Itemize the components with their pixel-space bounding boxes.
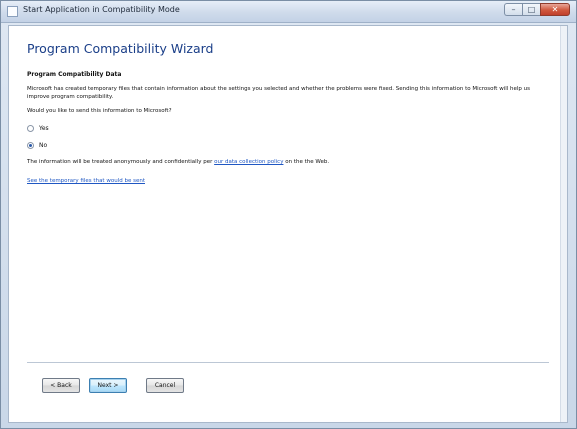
data-collection-policy-link[interactable]: our data collection policy (214, 159, 283, 165)
wizard-window: Start Application in Compatibility Mode … (0, 0, 577, 429)
window-app-icon (7, 6, 18, 17)
radio-no[interactable] (27, 142, 34, 149)
section-heading: Program Compatibility Data (27, 71, 122, 78)
next-button[interactable]: Next > (89, 378, 127, 393)
close-icon: ✕ (551, 5, 559, 14)
caption-buttons: – □ ✕ (504, 3, 570, 18)
radio-option-no[interactable]: No (27, 142, 47, 149)
radio-yes-label[interactable]: Yes (39, 125, 49, 132)
cancel-button-label: Cancel (154, 382, 176, 389)
privacy-info-prefix: The information will be treated anonymou… (27, 159, 215, 165)
window-title: Start Application in Compatibility Mode (23, 5, 180, 14)
back-button[interactable]: < Back (42, 378, 80, 393)
back-button-label: < Back (50, 382, 72, 389)
maximize-icon: □ (527, 5, 536, 14)
title-bar[interactable]: Start Application in Compatibility Mode … (1, 1, 576, 23)
close-button[interactable]: ✕ (540, 3, 570, 16)
scrollbar-edge (560, 26, 567, 422)
description-text: Microsoft has created temporary files th… (27, 86, 531, 100)
minimize-button[interactable]: – (504, 3, 522, 16)
maximize-button[interactable]: □ (522, 3, 540, 16)
radio-no-label[interactable]: No (39, 142, 47, 149)
page-title: Program Compatibility Wizard (27, 41, 214, 56)
question-text: Would you like to send this information … (27, 108, 172, 114)
next-button-label: Next > (97, 382, 119, 389)
wizard-content: Program Compatibility Wizard Program Com… (8, 25, 568, 423)
radio-yes[interactable] (27, 125, 34, 132)
privacy-info: The information will be treated anonymou… (27, 159, 329, 165)
radio-option-yes[interactable]: Yes (27, 125, 49, 132)
temporary-files-link[interactable]: See the temporary files that would be se… (27, 178, 145, 184)
minimize-icon: – (511, 5, 516, 14)
footer-divider (27, 362, 549, 363)
cancel-button[interactable]: Cancel (146, 378, 184, 393)
privacy-info-suffix: on the the Web. (283, 159, 330, 165)
